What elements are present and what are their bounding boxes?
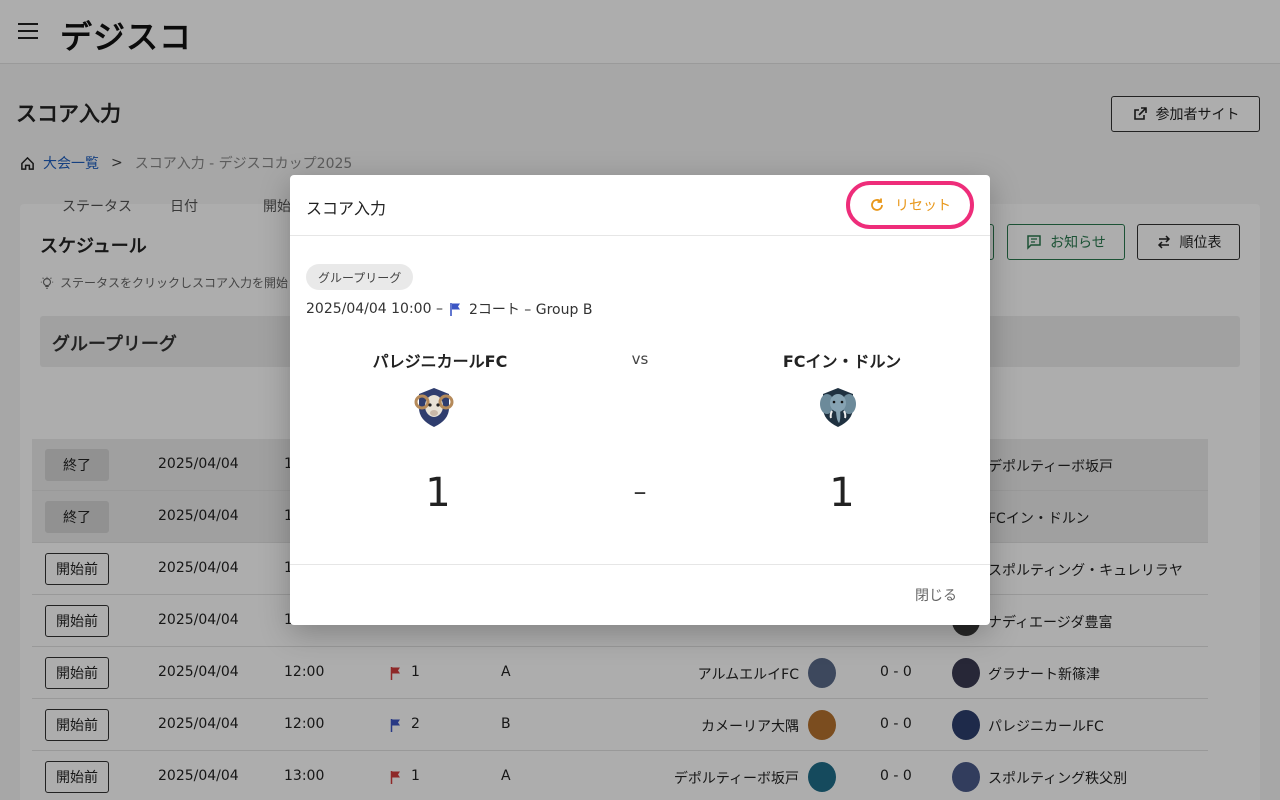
away-score[interactable]: 1 <box>782 470 902 516</box>
dialog-header-divider <box>290 235 990 236</box>
refresh-icon <box>871 198 883 211</box>
reset-button[interactable]: リセット <box>846 181 974 229</box>
group-league-chip: グループリーグ <box>306 264 414 290</box>
score-separator: – <box>633 477 647 507</box>
dialog-title: スコア入力 <box>306 199 387 218</box>
flag-icon <box>450 303 460 316</box>
ram-emblem-icon <box>414 388 454 427</box>
close-button[interactable]: 閉じる <box>900 584 972 608</box>
home-team-name: パレジニカールFC <box>372 352 508 371</box>
match-place: 2コート – Group B <box>468 302 593 318</box>
reset-label: リセット <box>895 198 951 214</box>
match-datetime: 2025/04/04 10:00 – <box>306 301 443 317</box>
home-score[interactable]: 1 <box>378 470 498 516</box>
elephant-emblem-icon <box>820 388 856 427</box>
vs-label: vs <box>631 350 649 368</box>
away-team-name: FCイン・ドルン <box>782 352 902 371</box>
dialog-footer-divider <box>290 564 990 565</box>
match-info: 2025/04/04 10:00 – 2コート – Group B <box>306 299 592 319</box>
score-input-dialog: スコア入力 リセット グループリーグ 2025/04/04 10:00 – 2コ… <box>290 175 990 625</box>
